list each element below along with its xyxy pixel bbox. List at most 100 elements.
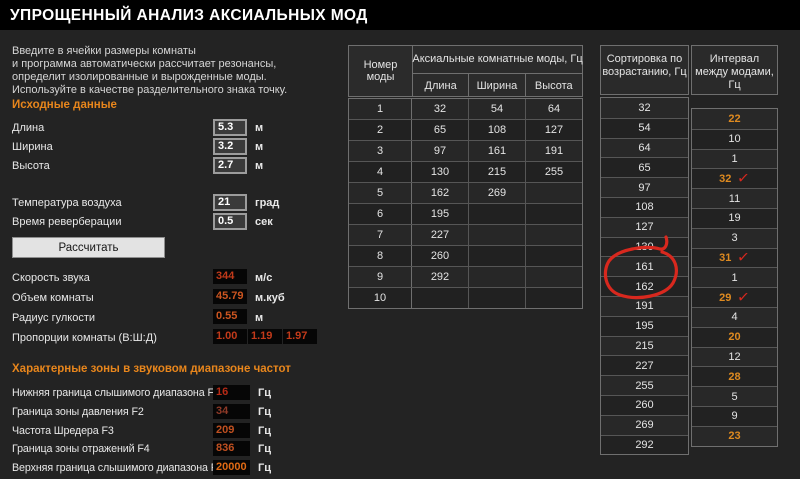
mode-value-cell <box>526 267 582 287</box>
interval-table: Интервал между модами, Гц 22 10 1 32 ✓ 11 19 3 3… <box>691 45 778 447</box>
mode-value-cell: 162 <box>412 183 469 203</box>
sorted-table: Сортировка по возрастанию, Гц 32 54 64 65 97… <box>600 45 689 456</box>
interval-cell: 12 <box>692 346 777 367</box>
input-row: Высота м <box>12 157 342 176</box>
sorted-cell: 195 <box>601 315 688 336</box>
interval-value: 9 <box>731 410 738 423</box>
mode-value-cell <box>526 246 582 266</box>
interval-value: 31 <box>719 251 732 264</box>
sorted-cell: 161 <box>601 256 688 277</box>
red-checkmark-icon: ✓ <box>736 287 751 307</box>
input-row: Время реверберации сек <box>12 213 342 232</box>
zone-unit: Гц <box>258 443 271 456</box>
sorted-cell: 64 <box>601 137 688 158</box>
zones-section-title: Характерные зоны в звуковом диапазоне ча… <box>12 363 291 375</box>
temperature-input[interactable] <box>213 194 247 211</box>
sorted-cell: 255 <box>601 375 688 395</box>
zone-row: Частота Шредера F3 209 Гц <box>12 422 348 442</box>
axial-modes-header: Аксиальные комнатные моды, Гц <box>412 53 583 65</box>
interval-value: 12 <box>728 350 741 363</box>
mode-value-cell <box>526 204 582 224</box>
interval-cell: 3 <box>692 227 777 248</box>
interval-cell: 4 <box>692 306 777 327</box>
height-input[interactable] <box>213 157 247 174</box>
interval-cell: 5 <box>692 386 777 406</box>
red-checkmark-icon: ✓ <box>736 169 751 188</box>
mode-number-cell: 2 <box>349 120 412 140</box>
mode-number-cell: 6 <box>349 204 412 224</box>
input-label: Ширина <box>12 141 53 153</box>
zone-label: Нижняя граница слышимого диапазона F1 <box>12 387 220 399</box>
input-unit: м <box>255 141 264 153</box>
room-proportions-value: 1.97 <box>283 329 317 344</box>
length-input[interactable] <box>213 119 247 136</box>
f5-upper-audible-value: 20000 <box>213 460 250 476</box>
intro-line: Используйте в качестве разделительного з… <box>12 84 288 96</box>
result-row: Объем комнаты 45.79 м.куб <box>12 289 342 309</box>
mode-number-cell: 4 <box>349 162 412 182</box>
mode-value-cell: 195 <box>412 204 469 224</box>
intro-text: Введите в ячейки размеры комнаты и програ… <box>12 45 287 97</box>
mode-value-cell: 227 <box>412 225 469 245</box>
zone-unit: Гц <box>258 405 271 418</box>
mode-value-cell: 108 <box>469 120 526 140</box>
input-unit: м <box>255 122 264 134</box>
result-rows: Скорость звука 344 м/с Объем комнаты 45.79 м.… <box>12 269 342 349</box>
mode-value-cell: 127 <box>544 124 564 136</box>
table-row: 3 97 161 191 <box>349 140 582 161</box>
mode-value-cell: 215 <box>469 162 526 182</box>
reverb-time-input[interactable] <box>213 213 247 230</box>
modes-table-header: Номер моды Аксиальные комнатные моды, Гц… <box>348 45 583 97</box>
zone-row: Граница зоны отражений F4 836 Гц <box>12 441 348 460</box>
input-label: Время реверберации <box>12 216 122 228</box>
room-proportions-value: 1.00 <box>213 329 247 344</box>
sound-speed-value: 344 <box>213 269 247 284</box>
interval-value: 23 <box>728 430 741 443</box>
calculate-button[interactable]: Рассчитать <box>12 237 165 258</box>
interval-table-body: 22 10 1 32 ✓ 11 19 3 31 ✓ 1 29 ✓ 4 20 12 28 5 9 23 <box>691 108 778 447</box>
mode-number-cell: 3 <box>349 141 412 161</box>
room-proportions-value: 1.19 <box>248 329 282 344</box>
mode-number-header: Номер моды <box>349 46 413 96</box>
input-label: Длина <box>12 122 45 134</box>
mode-number-cell: 9 <box>349 267 412 287</box>
mode-number-cell: 10 <box>349 288 412 308</box>
zone-row: Граница зоны давления F2 34 Гц <box>12 403 348 423</box>
zone-rows: Нижняя граница слышимого диапазона F1 16 Г… <box>12 385 348 479</box>
result-label: Объем комнаты <box>12 292 94 304</box>
mode-number-cell: 1 <box>349 99 412 119</box>
input-label: Высота <box>12 160 50 172</box>
intro-line: Введите в ячейки размеры комнаты <box>12 45 196 57</box>
result-row: Пропорции комнаты (В:Ш:Д) 1.00 1.19 1.97 <box>12 329 342 349</box>
mode-value-cell <box>469 267 526 287</box>
result-label: Скорость звука <box>12 272 90 284</box>
interval-cell: 23 <box>692 425 777 446</box>
width-input[interactable] <box>213 138 247 155</box>
red-checkmark-icon: ✓ <box>736 248 751 267</box>
mode-value-cell <box>469 246 526 266</box>
input-unit: м <box>255 160 264 172</box>
height-col-header: Высота <box>534 79 573 92</box>
sorted-header: Сортировка по возрастанию, Гц <box>600 45 689 95</box>
zone-label: Граница зоны отражений F4 <box>12 443 150 456</box>
mode-value-cell: 292 <box>412 267 469 287</box>
table-row: 7 227 <box>349 224 582 245</box>
f1-lower-audible-value: 16 <box>213 385 250 400</box>
interval-value: 4 <box>731 311 738 324</box>
input-section-title: Исходные данные <box>12 99 117 111</box>
interval-cell: 19 <box>692 207 777 228</box>
interval-cell: 32 ✓ <box>692 168 777 189</box>
table-row: 5 162 269 <box>349 182 582 203</box>
sorted-cell: 162 <box>601 276 688 296</box>
input-row: Ширина м <box>12 138 342 157</box>
table-row: 6 195 <box>349 203 582 224</box>
zone-label: Частота Шредера F3 <box>12 424 114 437</box>
mode-value-cell: 65 <box>412 120 469 140</box>
sorted-cell: 65 <box>601 157 688 178</box>
zone-label: Граница зоны давления F2 <box>12 405 144 418</box>
mode-value-cell: 130 <box>412 162 469 182</box>
width-col-header: Ширина <box>469 74 526 97</box>
sorted-table-body: 32 54 64 65 97 108 127 130 161 162 191 195 215 227 255… <box>600 97 689 456</box>
sorted-cell: 127 <box>601 216 688 237</box>
result-row: Скорость звука 344 м/с <box>12 269 342 289</box>
